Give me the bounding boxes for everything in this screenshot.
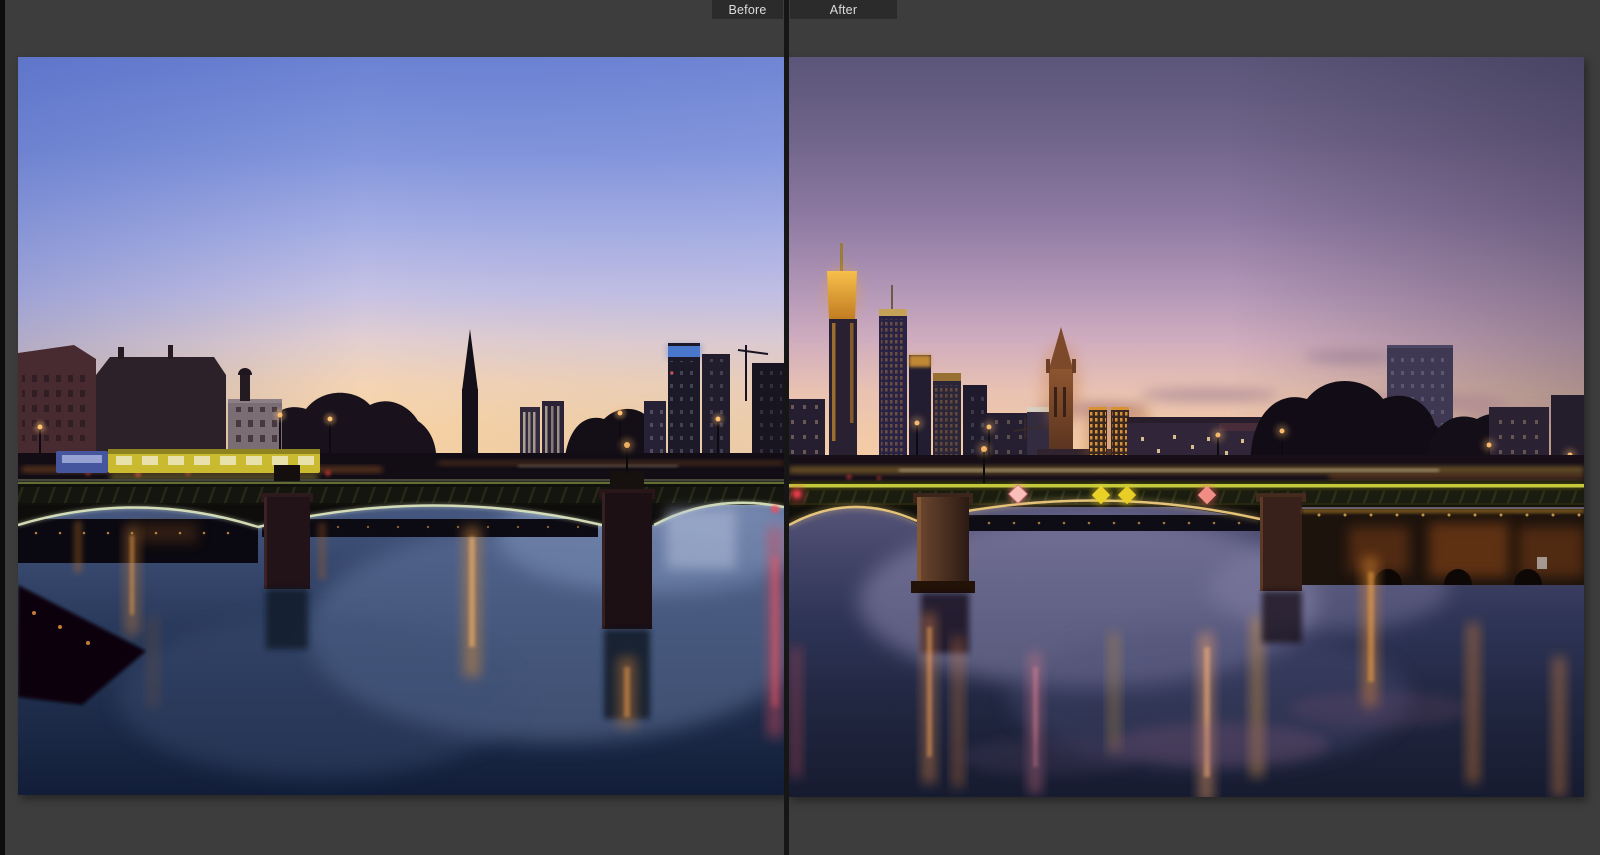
before-label: Before bbox=[712, 0, 783, 19]
after-label-text: After bbox=[829, 2, 858, 17]
after-photo bbox=[789, 57, 1584, 797]
split-divider[interactable] bbox=[784, 0, 789, 855]
before-street-tram bbox=[18, 449, 784, 481]
before-photo bbox=[18, 57, 784, 795]
after-embankment bbox=[1302, 509, 1584, 585]
after-image-pane[interactable] bbox=[789, 57, 1584, 797]
after-label: After bbox=[790, 0, 897, 19]
before-image-pane[interactable] bbox=[18, 57, 784, 795]
after-street-trails bbox=[789, 455, 1584, 485]
panel-edge-strip bbox=[0, 0, 5, 855]
before-label-text: Before bbox=[728, 2, 767, 17]
lightroom-workspace: { "view": { "before_label": "Before", "a… bbox=[0, 0, 1600, 855]
